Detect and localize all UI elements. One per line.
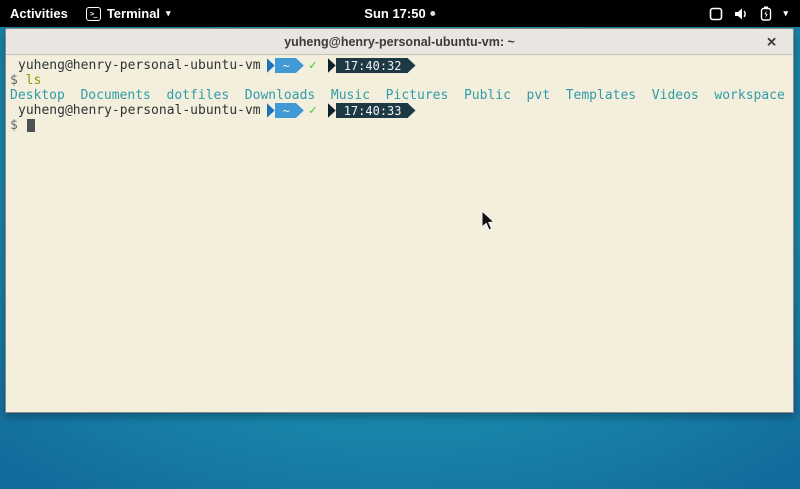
activities-button[interactable]: Activities <box>10 6 68 21</box>
prompt-time: 17:40:32 <box>336 58 408 73</box>
prompt-line-1: yuheng@henry-personal-ubuntu-vm ~ ✓ 17:4… <box>10 58 793 73</box>
clock-button[interactable]: Sun 17:50 <box>364 0 435 27</box>
check-icon: ✓ <box>309 103 317 118</box>
text-cursor <box>27 119 35 132</box>
powerline-point-icon <box>408 103 416 118</box>
close-icon[interactable]: ✕ <box>764 33 779 50</box>
typed-command: ls <box>26 73 42 88</box>
powerline-point-icon <box>408 58 416 73</box>
prompt-user-host: yuheng@henry-personal-ubuntu-vm <box>18 58 261 73</box>
terminal-window: yuheng@henry-personal-ubuntu-vm: ~ ✕ yuh… <box>5 28 794 413</box>
screencast-icon <box>709 7 723 21</box>
command-line: $ ls <box>10 73 793 88</box>
prompt-time: 17:40:33 <box>336 103 408 118</box>
terminal-content[interactable]: yuheng@henry-personal-ubuntu-vm ~ ✓ 17:4… <box>6 55 793 412</box>
prompt-symbol: $ <box>10 118 18 133</box>
directory-list: Desktop Documents dotfiles Downloads Mus… <box>10 88 785 103</box>
powerline-path-segment: ~ <box>267 103 304 118</box>
powerline-time-segment: 17:40:32 <box>328 58 416 73</box>
window-titlebar[interactable]: yuheng@henry-personal-ubuntu-vm: ~ ✕ <box>6 29 793 55</box>
terminal-icon: >_ <box>86 7 101 21</box>
app-menu-terminal[interactable]: >_ Terminal ▾ <box>86 6 171 21</box>
chevron-down-icon: ▾ <box>166 9 171 18</box>
prompt-path: ~ <box>275 58 296 73</box>
check-icon: ✓ <box>309 58 317 73</box>
powerline-time-segment: 17:40:33 <box>328 103 416 118</box>
tray-chevron-down-icon: ▾ <box>783 9 788 18</box>
powerline-arrow-icon <box>267 58 275 73</box>
powerline-arrow-icon <box>328 58 336 73</box>
system-tray[interactable]: ▾ <box>709 0 800 27</box>
notification-dot <box>431 11 436 16</box>
prompt-user-host: yuheng@henry-personal-ubuntu-vm <box>18 103 261 118</box>
input-line[interactable]: $ <box>10 118 793 133</box>
powerline-arrow-icon <box>267 103 275 118</box>
ls-output-line: Desktop Documents dotfiles Downloads Mus… <box>10 88 793 103</box>
prompt-line-2: yuheng@henry-personal-ubuntu-vm ~ ✓ 17:4… <box>10 103 793 118</box>
powerline-arrow-icon <box>328 103 336 118</box>
window-title: yuheng@henry-personal-ubuntu-vm: ~ <box>284 35 515 49</box>
powerline-path-segment: ~ <box>267 58 304 73</box>
battery-charging-icon <box>760 6 772 21</box>
app-menu-label: Terminal <box>107 6 160 21</box>
prompt-symbol: $ <box>10 73 18 88</box>
top-bar: Activities >_ Terminal ▾ Sun 17:50 <box>0 0 800 27</box>
powerline-point-icon <box>296 58 304 73</box>
powerline-point-icon <box>296 103 304 118</box>
volume-icon <box>734 7 749 21</box>
clock-label: Sun 17:50 <box>364 6 425 21</box>
prompt-path: ~ <box>275 103 296 118</box>
